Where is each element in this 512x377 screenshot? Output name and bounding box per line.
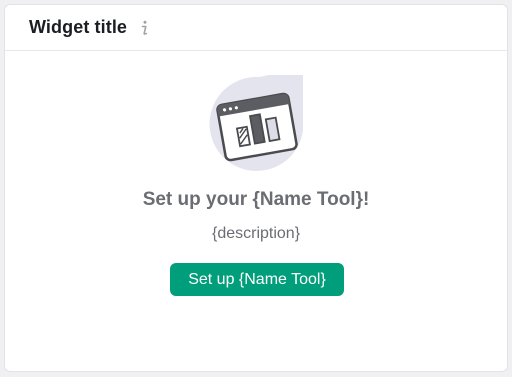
- widget-title: Widget title: [29, 17, 128, 37]
- app-window-chart-icon: [209, 75, 309, 175]
- empty-state-title: Set up your {Name Tool}!: [142, 189, 370, 210]
- empty-state-description: {description}: [211, 225, 301, 242]
- empty-state: Set up your {Name Tool}! {description} S…: [5, 51, 507, 371]
- setup-tool-button[interactable]: Set up {Name Tool}: [170, 263, 344, 296]
- widget-card: Widget title Set up your {Name Tool}! {d…: [4, 4, 508, 372]
- info-icon[interactable]: [137, 19, 151, 37]
- widget-header: Widget title: [5, 5, 507, 51]
